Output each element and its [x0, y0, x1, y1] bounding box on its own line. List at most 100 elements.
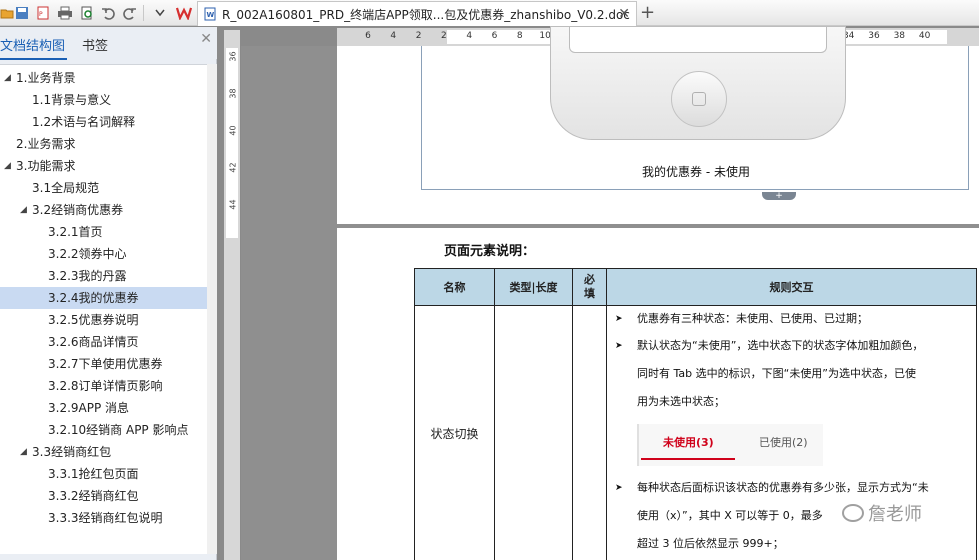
outline-item[interactable]: 3.2.3我的丹露: [0, 265, 207, 287]
ruler-label: 6: [365, 31, 371, 41]
outline-item-label: 3.2.1首页: [48, 225, 103, 239]
ruler-label: 6: [491, 31, 498, 41]
outline-item[interactable]: 3.2.6商品详情页: [0, 331, 207, 353]
rule-line: 每种状态后面标识该状态的优惠券有多少张，显示方式为“未: [637, 481, 929, 494]
outline-item[interactable]: 3.1全局规范: [0, 177, 207, 199]
expand-arrow-icon[interactable]: ◢: [20, 199, 27, 221]
outline-item-label: 3.2.9APP 消息: [48, 401, 130, 415]
ruler-label: 36: [868, 31, 880, 41]
ruler-label: 38: [893, 31, 906, 41]
outline-item[interactable]: 1.1背景与意义: [0, 89, 207, 111]
outline-item[interactable]: ◢ 1.业务背景: [0, 67, 207, 89]
tab-selected-indicator: [641, 458, 735, 460]
outline-item-label: 1.1背景与意义: [32, 93, 112, 107]
outline-item[interactable]: 3.3.1抢红包页面: [0, 463, 207, 485]
save-icon[interactable]: [13, 4, 31, 22]
table-header-row: 名称 类型|长度 必填 规则交互: [414, 268, 977, 306]
tab-document-map[interactable]: 文档结构图: [0, 35, 68, 60]
phone-mockup: [550, 26, 846, 140]
outline-item-label: 3.3.1抢红包页面: [48, 467, 139, 481]
outline-item-label: 3.功能需求: [16, 159, 76, 173]
svg-text:P: P: [39, 11, 43, 18]
screenshot-frame[interactable]: 我的优惠券 - 未使用 +: [421, 26, 969, 201]
export-pdf-icon[interactable]: P: [34, 4, 52, 22]
outline-item-label: 3.2.6商品详情页: [48, 335, 139, 349]
cell-type-length: [494, 305, 573, 560]
expand-handle[interactable]: +: [762, 192, 796, 201]
outline-item[interactable]: 3.3.2经销商红包: [0, 485, 207, 507]
rule-line: 使用（x）”，其中 X 可以等于 0，最多: [637, 509, 823, 522]
rule-line: 同时有 Tab 选中的标识，下图“未使用”为选中状态，已使: [637, 367, 917, 380]
outline-item[interactable]: 3.2.1首页: [0, 221, 207, 243]
outline-item-label: 3.3.2经销商红包: [48, 489, 139, 503]
ruler-label: 40: [918, 31, 931, 41]
ruler-label: 44: [228, 199, 238, 210]
wps-logo-icon[interactable]: [175, 4, 193, 22]
outline-scrollbar[interactable]: [207, 64, 217, 554]
column-header-rules: 规则交互: [606, 268, 977, 306]
ruler-label: 2: [415, 31, 422, 41]
column-header-name: 名称: [414, 268, 495, 306]
bullet-arrow-icon: ➤: [615, 314, 623, 324]
phone-screen: [569, 27, 827, 53]
ruler-label: 2: [441, 31, 447, 41]
cell-required: [572, 305, 607, 560]
ruler-label: 40: [228, 125, 238, 136]
rule-line: 优惠券有三种状态：未使用、已使用、已过期；: [637, 312, 868, 325]
outline-item-label: 3.2.7下单使用优惠券: [48, 357, 163, 371]
outline-item[interactable]: 3.3.3经销商红包说明: [0, 507, 207, 529]
print-icon[interactable]: [56, 4, 74, 22]
outline-item[interactable]: 3.2.7下单使用优惠券: [0, 353, 207, 375]
document-tab-title: R_002A160801_PRD_终端店APP领取...包及优惠券_zhansh…: [222, 7, 630, 22]
rule-line: 默认状态为“未使用”，选中状态下的状态字体加粗加颜色，: [637, 339, 924, 352]
expand-arrow-icon[interactable]: ◢: [4, 67, 11, 89]
document-canvas[interactable]: 我的优惠券 - 未使用 + 页面元素说明： 名称 类型|长度 必填 规则交互 状…: [241, 26, 979, 560]
vertical-ruler[interactable]: 36 38 40 42 44: [224, 30, 240, 560]
print-preview-icon[interactable]: [78, 4, 96, 22]
new-tab-button[interactable]: +: [640, 2, 655, 23]
outline-item-label: 3.2.5优惠券说明: [48, 313, 139, 327]
close-panel-button[interactable]: ✕: [200, 31, 212, 47]
outline-item[interactable]: ◢ 3.2经销商优惠券: [0, 199, 207, 221]
outline-item-label: 3.3经销商红包: [32, 445, 112, 459]
outline-item-label: 3.3.3经销商红包说明: [48, 511, 163, 525]
redo-icon[interactable]: [121, 4, 139, 22]
home-square-icon: [692, 92, 706, 106]
outline-item[interactable]: 3.2.8订单详情页影响: [0, 375, 207, 397]
column-header-required: 必填: [572, 268, 607, 306]
toolbar: P W R_002A160801_PRD_终端店APP领取...包及优惠券_zh…: [0, 0, 979, 26]
outline-item[interactable]: 2.业务需求: [0, 133, 207, 155]
section-heading: 页面元素说明：: [444, 244, 536, 259]
tab-unused-demo: 未使用(3): [663, 436, 714, 449]
chevron-down-icon[interactable]: [151, 4, 169, 22]
document-tab[interactable]: W R_002A160801_PRD_终端店APP领取...包及优惠券_zhan…: [197, 1, 637, 26]
undo-icon[interactable]: [99, 4, 117, 22]
ruler-label: 4: [390, 31, 397, 41]
expand-arrow-icon[interactable]: ◢: [20, 441, 27, 463]
panel-tabs: 文档结构图 书签 ✕: [0, 27, 217, 60]
outline-item[interactable]: 3.2.5优惠券说明: [0, 309, 207, 331]
expand-arrow-icon[interactable]: ◢: [4, 155, 11, 177]
rule-line: 超过 3 位后依然显示 999+；: [637, 537, 784, 550]
outline-item-label: 3.2.4我的优惠券: [48, 291, 139, 305]
outline-item[interactable]: 3.2.9APP 消息: [0, 397, 207, 419]
ruler-label: 38: [228, 88, 238, 99]
cell-element-name: 状态切换: [414, 305, 495, 560]
outline-item-label: 2.业务需求: [16, 137, 76, 151]
outline-item[interactable]: 3.2.4我的优惠券: [0, 287, 207, 309]
outline-item[interactable]: 3.2.10经销商 APP 影响点: [0, 419, 207, 441]
tab-bookmarks[interactable]: 书签: [82, 35, 108, 54]
ruler-label: 36: [228, 51, 238, 62]
bullet-arrow-icon: ➤: [615, 341, 623, 351]
outline-item[interactable]: 1.2术语与名词解释: [0, 111, 207, 133]
column-header-type: 类型|长度: [494, 268, 573, 306]
outline-item-label: 3.1全局规范: [32, 181, 100, 195]
outline-item[interactable]: ◢ 3.功能需求: [0, 155, 207, 177]
outline-item-label: 3.2.10经销商 APP 影响点: [48, 423, 189, 437]
close-tab-button[interactable]: ✕: [618, 6, 630, 22]
outline-item[interactable]: 3.2.2领券中心: [0, 243, 207, 265]
rule-line: 用为未选中状态；: [637, 395, 725, 408]
outline-item[interactable]: ◢ 3.3经销商红包: [0, 441, 207, 463]
outline-item-label: 3.2经销商优惠券: [32, 203, 124, 217]
outline-item-label: 3.2.2领券中心: [48, 247, 127, 261]
